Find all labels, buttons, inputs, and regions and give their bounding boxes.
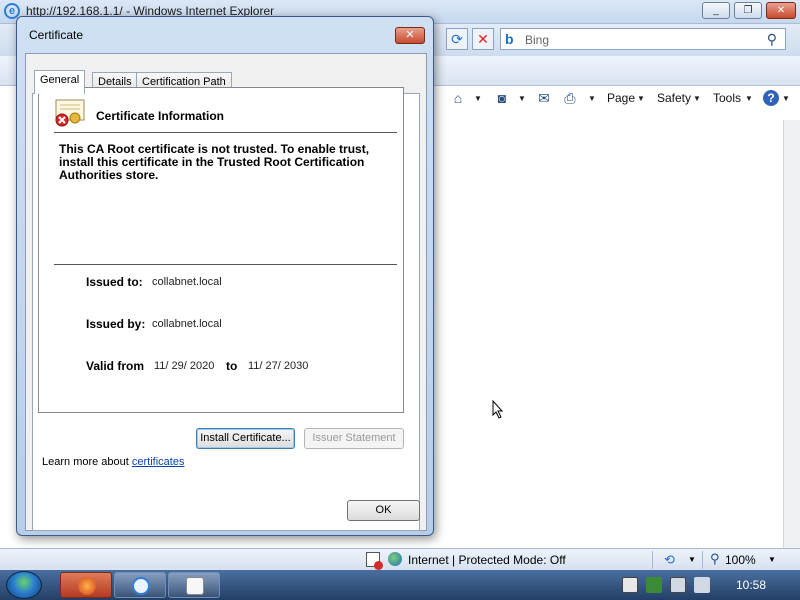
vertical-scrollbar[interactable] — [783, 120, 800, 550]
help-dropdown-icon[interactable]: ▼ — [782, 94, 790, 103]
feeds-dropdown-icon[interactable]: ▼ — [518, 94, 526, 103]
internet-zone-icon — [388, 552, 402, 566]
status-separator — [652, 551, 653, 569]
tools-menu-arrow-icon: ▼ — [745, 94, 753, 103]
certificates-link[interactable]: certificates — [132, 456, 185, 468]
security-zone-text[interactable]: Internet | Protected Mode: Off — [408, 553, 566, 567]
page-menu[interactable]: Page — [607, 91, 635, 105]
feeds-icon[interactable]: ◙ — [494, 90, 510, 106]
safety-menu-arrow-icon: ▼ — [693, 94, 701, 103]
install-certificate-button[interactable]: Install Certificate... — [196, 428, 295, 449]
status-separator — [702, 551, 703, 569]
issued-by-value: collabnet.local — [152, 318, 222, 330]
privacy-dropdown-icon[interactable]: ▼ — [688, 555, 696, 564]
valid-to-label: to — [226, 359, 238, 373]
tools-menu[interactable]: Tools — [713, 91, 741, 105]
divider — [54, 264, 397, 265]
safety-menu[interactable]: Safety — [657, 91, 691, 105]
volume-muted-icon[interactable] — [694, 577, 710, 593]
issued-to-value: collabnet.local — [152, 276, 222, 288]
dialog-title: Certificate — [29, 28, 84, 42]
search-input[interactable]: Bing — [525, 33, 549, 47]
refresh-icon[interactable]: ⟳ — [446, 28, 468, 50]
minimize-button[interactable]: _ — [702, 2, 730, 19]
bing-icon: b — [505, 31, 514, 47]
print-dropdown-icon[interactable]: ▼ — [588, 94, 596, 103]
learn-more-prefix: Learn more about — [42, 456, 129, 468]
valid-to-value: 11/ 27/ 2030 — [248, 360, 309, 372]
learn-more-text: Learn more about certificates — [42, 456, 184, 468]
mouse-cursor-icon — [492, 400, 504, 419]
issued-by-label: Issued by: — [86, 317, 146, 331]
issued-to-label: Issued to: — [86, 275, 143, 289]
divider — [54, 132, 397, 133]
home-dropdown-icon[interactable]: ▼ — [474, 94, 482, 103]
security-check-icon[interactable] — [646, 577, 662, 593]
search-box[interactable]: b Bing ⚲ — [500, 28, 786, 50]
valid-from-value: 11/ 29/ 2020 — [154, 360, 215, 372]
page-menu-arrow-icon: ▼ — [637, 94, 645, 103]
document-icon — [186, 577, 204, 595]
maximize-button[interactable]: ❐ — [734, 2, 762, 19]
certificate-warning-icon — [55, 99, 85, 127]
internet-explorer-icon — [132, 577, 150, 595]
status-bar: Internet | Protected Mode: Off ⟲ ▼ ⚲ 100… — [0, 548, 800, 570]
trust-warning-text: This CA Root certificate is not trusted.… — [59, 142, 370, 182]
stop-icon[interactable]: ✕ — [472, 28, 494, 50]
read-mail-icon[interactable]: ✉ — [536, 90, 552, 106]
taskbar-clock[interactable]: 10:58 — [736, 578, 766, 592]
zoom-icon[interactable]: ⚲ — [710, 551, 720, 567]
zoom-dropdown-icon[interactable]: ▼ — [768, 555, 776, 564]
taskbar-ie-button[interactable] — [114, 572, 166, 598]
print-icon[interactable]: ⎙ — [562, 90, 578, 106]
help-icon[interactable]: ? — [763, 90, 779, 106]
privacy-icon[interactable]: ⟲ — [664, 552, 675, 568]
dialog-close-button[interactable]: ✕ — [395, 27, 425, 44]
ok-button[interactable]: OK — [347, 500, 420, 521]
taskbar-firefox-button[interactable] — [60, 572, 112, 598]
issuer-statement-button[interactable]: Issuer Statement — [304, 428, 404, 449]
action-center-icon[interactable] — [622, 577, 638, 593]
start-button[interactable] — [6, 571, 42, 599]
firefox-icon — [78, 577, 96, 595]
search-icon[interactable]: ⚲ — [767, 31, 777, 48]
close-window-button[interactable]: ✕ — [766, 2, 796, 19]
valid-from-label: Valid from — [86, 359, 145, 373]
zoom-level[interactable]: 100% — [725, 553, 756, 567]
certificate-info-title: Certificate Information — [96, 109, 225, 123]
network-icon[interactable] — [670, 577, 686, 593]
home-icon[interactable]: ⌂ — [450, 90, 466, 106]
tab-general[interactable]: General — [34, 70, 86, 94]
certificate-error-icon[interactable] — [366, 552, 383, 570]
taskbar-document-button[interactable] — [168, 572, 220, 598]
